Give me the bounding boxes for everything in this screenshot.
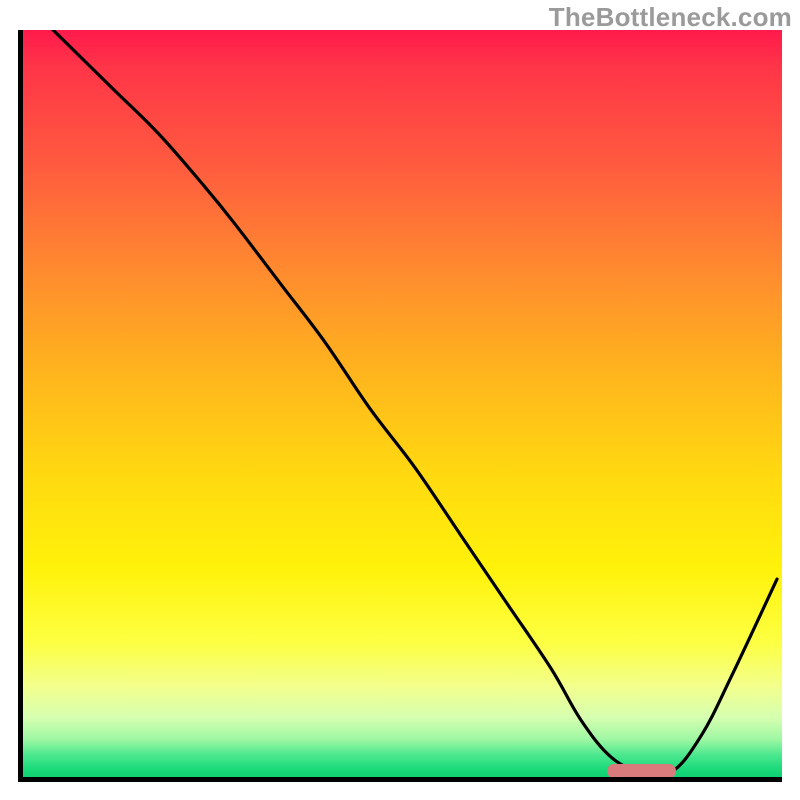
bottleneck-curve <box>23 30 782 777</box>
optimal-range-marker <box>607 764 675 778</box>
plot-area <box>18 30 782 782</box>
chart-container: TheBottleneck.com <box>0 0 800 800</box>
watermark-text: TheBottleneck.com <box>549 2 792 33</box>
